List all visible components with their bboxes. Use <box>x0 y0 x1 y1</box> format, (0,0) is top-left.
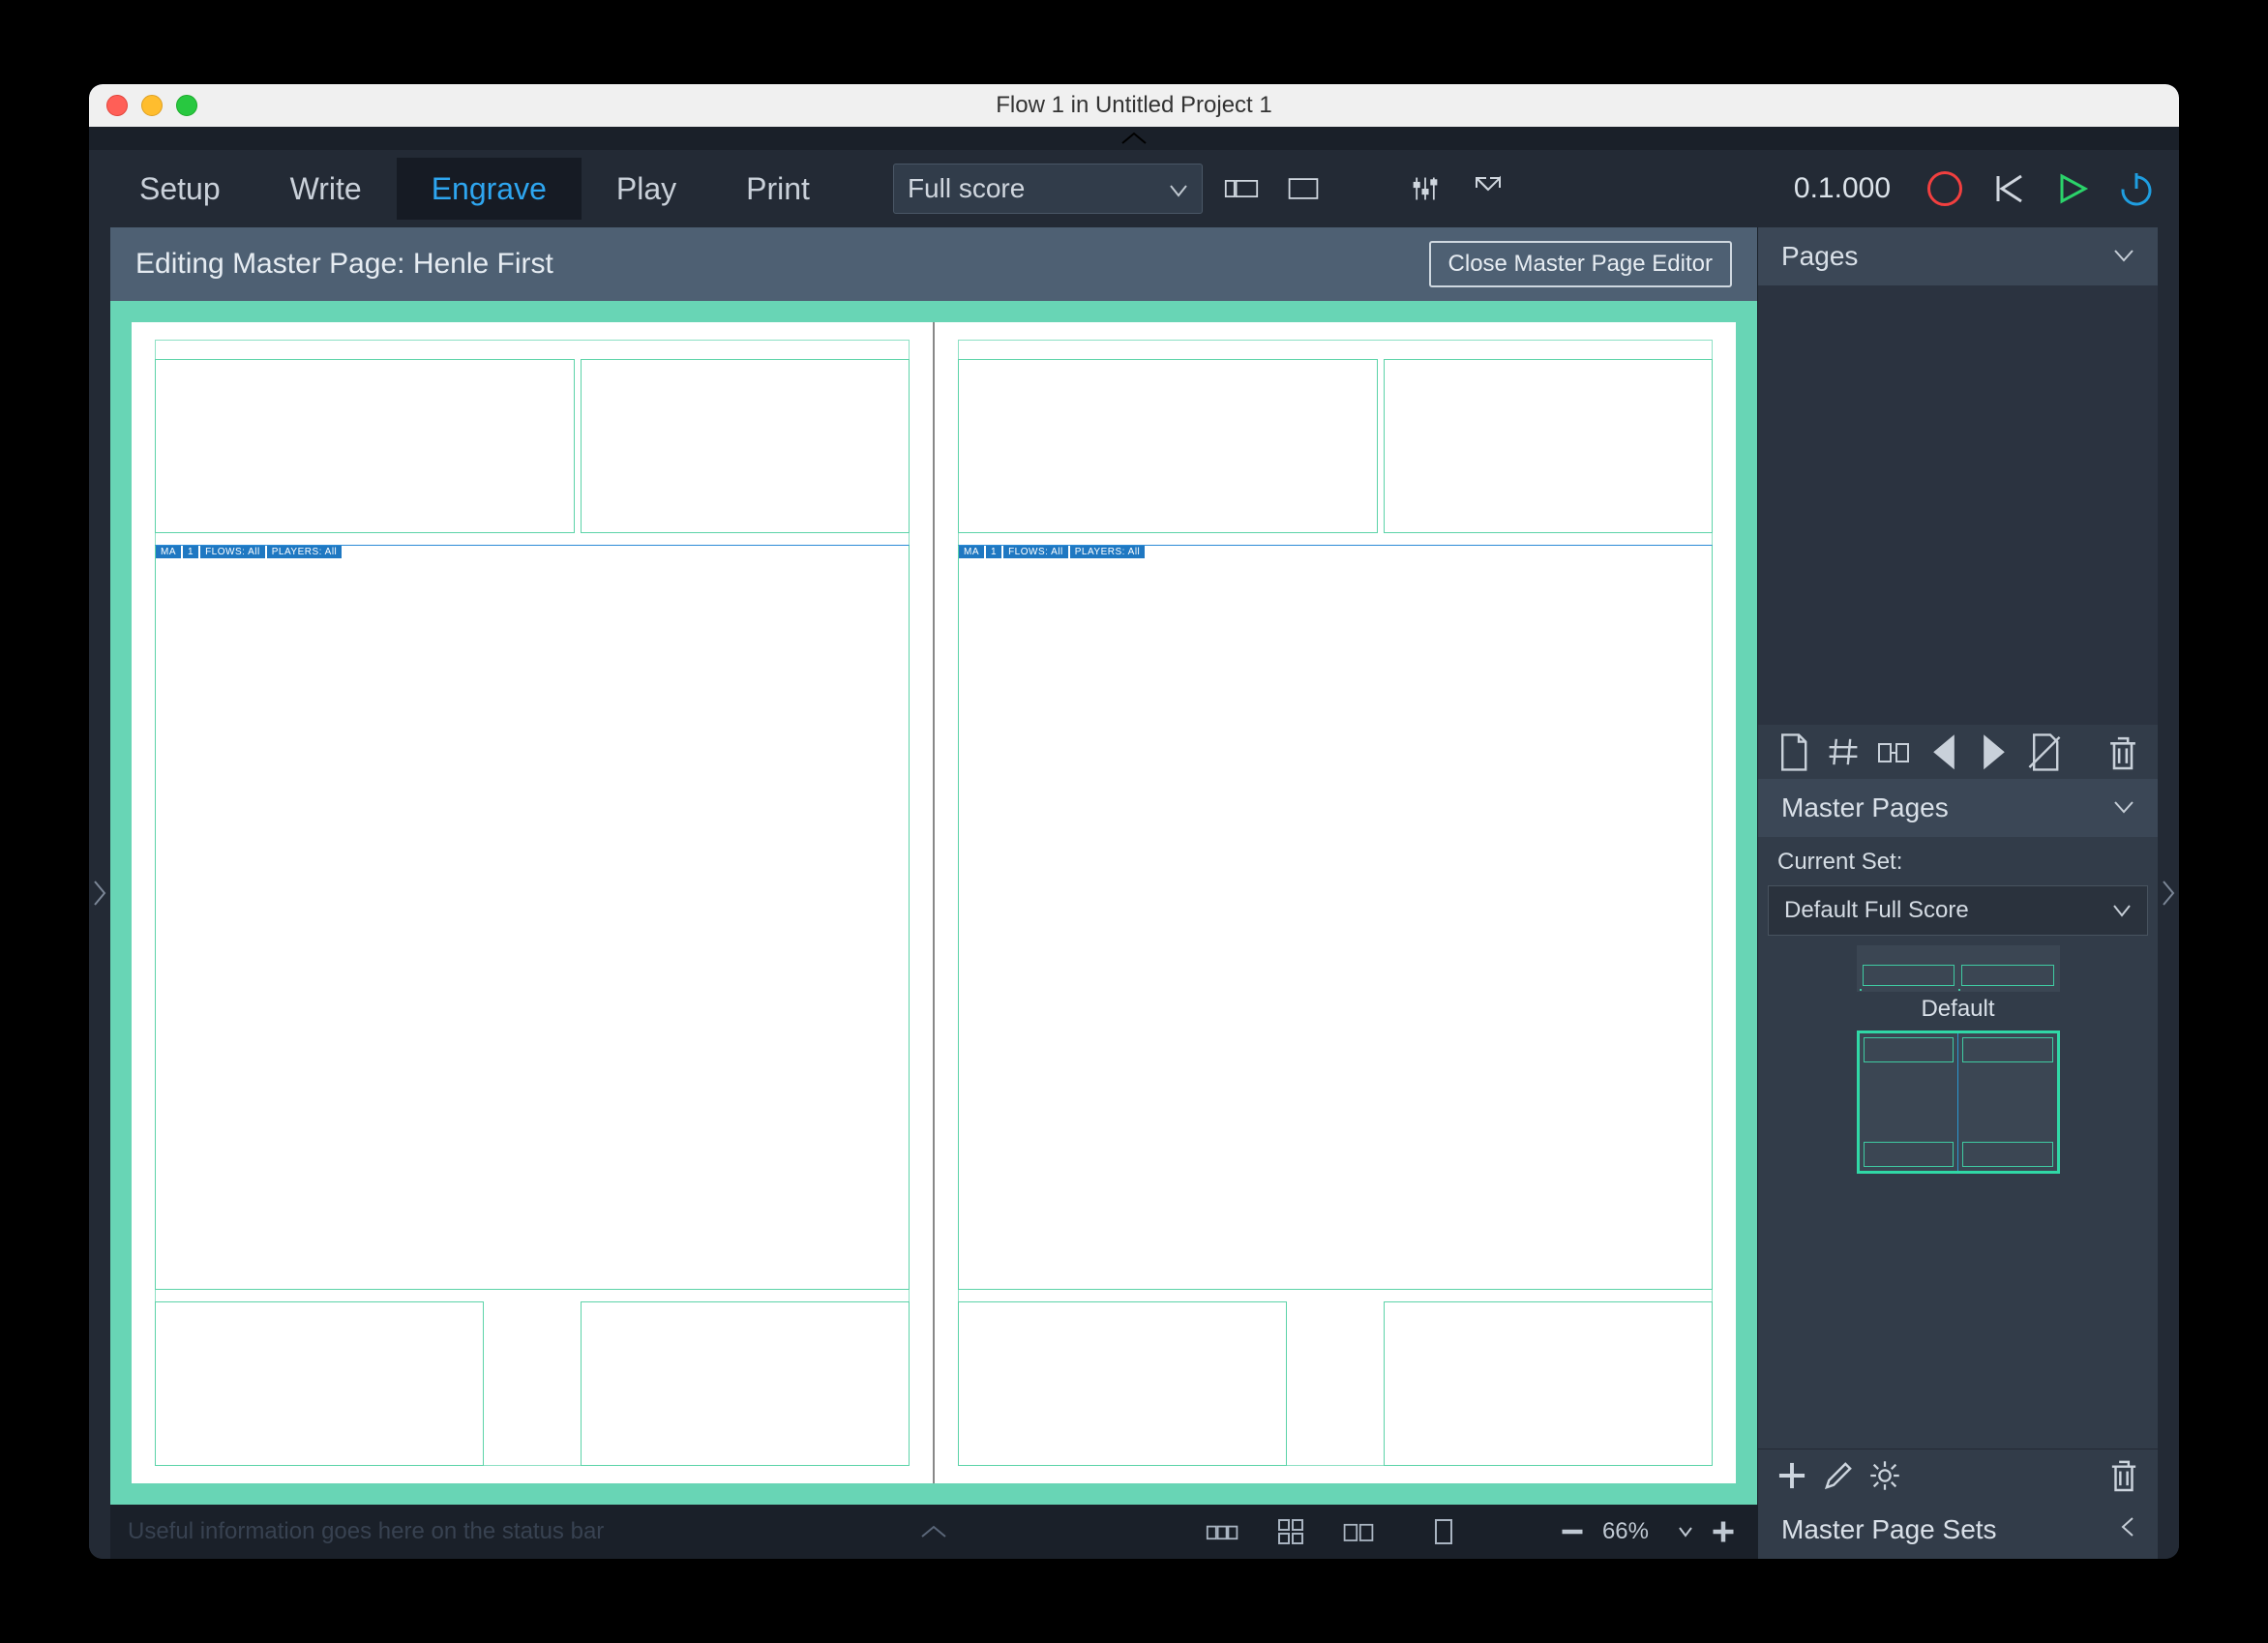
pages-panel-header[interactable]: Pages <box>1758 227 2158 285</box>
text-frame[interactable] <box>1384 1301 1713 1466</box>
rewind-button[interactable] <box>1982 167 2036 210</box>
settings-master-page-icon[interactable] <box>1868 1459 1901 1492</box>
delete-page-icon[interactable] <box>2105 734 2140 769</box>
play-button[interactable] <box>2045 167 2100 210</box>
master-page-editor-header: Editing Master Page: Henle First Close M… <box>110 227 1757 301</box>
text-frame[interactable] <box>581 1301 910 1466</box>
master-page-set-selector[interactable]: Default Full Score <box>1768 885 2148 936</box>
frame-tag-flows: FLOWS: All <box>1003 546 1068 558</box>
power-button[interactable] <box>2109 167 2164 210</box>
mode-write[interactable]: Write <box>255 158 397 220</box>
set-selector-value: Default Full Score <box>1784 897 1969 924</box>
frame-tag-ma: MA <box>959 546 984 558</box>
chevron-down-icon <box>2113 246 2134 268</box>
close-master-page-editor-button[interactable]: Close Master Page Editor <box>1429 241 1732 287</box>
single-view-icon[interactable] <box>1276 167 1330 210</box>
left-panel-toggle[interactable] <box>89 227 110 1559</box>
add-master-page-icon[interactable] <box>1776 1459 1808 1492</box>
pages-panel-title: Pages <box>1781 241 1858 272</box>
master-page-label: Default <box>1921 996 1994 1023</box>
pages-toolbar: + <box>1758 725 2158 779</box>
master-page-item-default[interactable]: Default <box>1857 945 2060 1023</box>
top-reveal-handle[interactable] <box>89 127 2179 150</box>
master-pages-toolbar <box>1758 1449 2158 1501</box>
right-page: MA 1 FLOWS: All PLAYERS: All <box>933 322 1736 1483</box>
text-frame[interactable] <box>958 1301 1287 1466</box>
frame-tag-number: 1 <box>183 546 198 558</box>
master-page-sets-header[interactable]: Master Page Sets <box>1758 1501 2158 1559</box>
music-frame[interactable]: MA 1 FLOWS: All PLAYERS: All <box>958 545 1713 1290</box>
current-set-label: Current Set: <box>1758 837 2158 881</box>
edit-master-page-icon[interactable] <box>1822 1459 1855 1492</box>
text-frame[interactable] <box>581 359 910 533</box>
bottom-reveal-handle[interactable] <box>110 1525 1757 1538</box>
music-frame[interactable]: MA 1 FLOWS: All PLAYERS: All <box>155 545 910 1290</box>
remove-override-icon[interactable] <box>2027 734 2062 769</box>
layout-selector[interactable]: Full score <box>893 164 1203 214</box>
page-number-icon[interactable] <box>1826 734 1861 769</box>
frame-tag-players: PLAYERS: All <box>267 546 343 558</box>
right-panel-toggle[interactable] <box>2158 227 2179 1559</box>
mode-print[interactable]: Print <box>711 158 845 220</box>
fullscreen-icon[interactable] <box>1460 167 1514 210</box>
right-panel: Pages + Master Pages Current Set: <box>1757 227 2158 1559</box>
tab-layout-icon[interactable] <box>1214 167 1268 210</box>
chevron-down-icon <box>1169 173 1188 204</box>
delete-master-page-icon[interactable] <box>2107 1459 2140 1492</box>
editor-heading: Editing Master Page: Henle First <box>135 248 553 281</box>
mode-tabs: Setup Write Engrave Play Print <box>104 158 845 220</box>
mode-play[interactable]: Play <box>582 158 711 220</box>
master-page-item-henle-first[interactable] <box>1857 1031 2060 1174</box>
mode-setup[interactable]: Setup <box>104 158 255 220</box>
frame-tag-players: PLAYERS: All <box>1070 546 1146 558</box>
frame-tag-flows: FLOWS: All <box>200 546 265 558</box>
master-pages-title: Master Pages <box>1781 792 1949 823</box>
chevron-down-icon <box>2113 797 2134 820</box>
main-toolbar: Setup Write Engrave Play Print Full scor… <box>89 150 2179 227</box>
new-page-icon[interactable]: + <box>1776 734 1810 769</box>
page-right-icon[interactable] <box>1977 734 2012 769</box>
text-frame[interactable] <box>1384 359 1713 533</box>
page-left-icon[interactable] <box>1926 734 1961 769</box>
text-frame[interactable] <box>155 359 575 533</box>
mode-engrave[interactable]: Engrave <box>397 158 582 220</box>
status-bar: Useful information goes here on the stat… <box>110 1505 1757 1559</box>
pages-panel-body <box>1758 285 2158 725</box>
frame-tag-ma: MA <box>156 546 181 558</box>
page-spread: MA 1 FLOWS: All PLAYERS: All <box>132 322 1736 1483</box>
text-frame[interactable] <box>155 1301 484 1466</box>
titlebar: Flow 1 in Untitled Project 1 <box>89 84 2179 127</box>
record-button[interactable] <box>1918 167 1972 210</box>
master-page-sets-title: Master Page Sets <box>1781 1514 1997 1545</box>
layout-selector-value: Full score <box>908 173 1025 204</box>
chevron-left-icon <box>2121 1516 2134 1543</box>
window-title: Flow 1 in Untitled Project 1 <box>89 92 2179 119</box>
transport-time: 0.1.000 <box>1794 172 1891 205</box>
mixer-icon[interactable] <box>1398 167 1452 210</box>
frame-tag-number: 1 <box>986 546 1001 558</box>
swap-pages-icon[interactable] <box>1876 734 1911 769</box>
page-canvas[interactable]: MA 1 FLOWS: All PLAYERS: All <box>110 301 1757 1505</box>
app-window: Flow 1 in Untitled Project 1 Setup Write… <box>89 84 2179 1559</box>
master-pages-body: Current Set: Default Full Score Default <box>1758 837 2158 1501</box>
master-pages-panel-header[interactable]: Master Pages <box>1758 779 2158 837</box>
text-frame[interactable] <box>958 359 1378 533</box>
left-page: MA 1 FLOWS: All PLAYERS: All <box>132 322 933 1483</box>
